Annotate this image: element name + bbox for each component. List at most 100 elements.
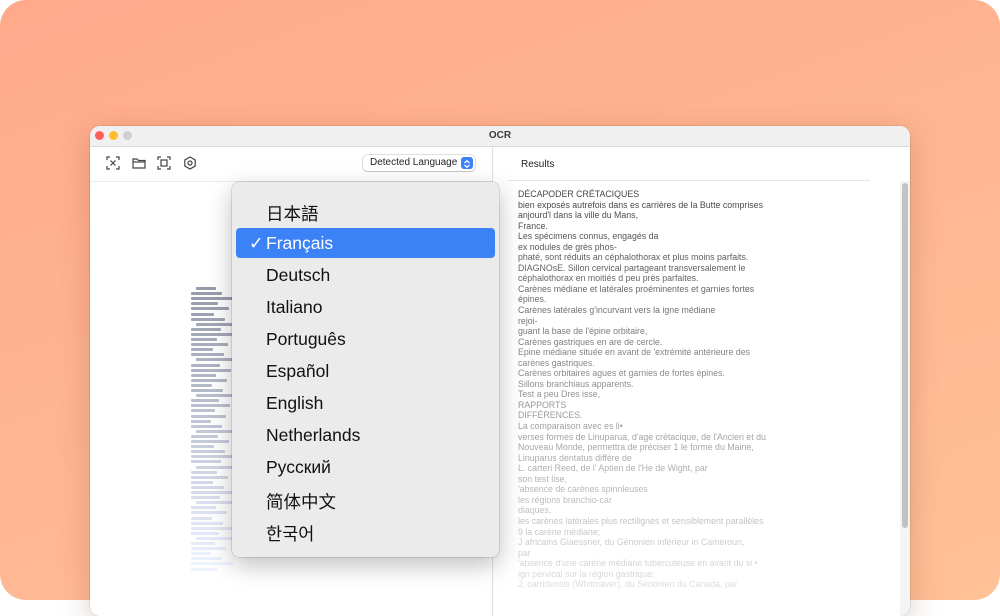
result-line: Carènes gastriques en are de cercle. xyxy=(518,336,663,347)
result-line: Test a peu Dres isse, xyxy=(518,389,601,400)
preview-text-line xyxy=(191,383,212,387)
preview-text-line xyxy=(191,455,236,459)
result-line: diaques, xyxy=(518,505,552,516)
language-option[interactable]: Deutsch xyxy=(236,260,495,290)
result-line: par xyxy=(518,547,531,558)
preview-text-line xyxy=(191,475,228,479)
result-line: DIFFÉRENCES. xyxy=(518,410,583,421)
preview-text-line xyxy=(196,287,216,290)
language-option[interactable]: 日本語 xyxy=(236,196,495,226)
result-line: anjourd'l dans la ville du Mans, xyxy=(518,210,639,221)
language-option[interactable]: Italiano xyxy=(236,292,495,322)
preview-text-line xyxy=(191,445,214,449)
language-option[interactable]: English xyxy=(236,388,495,418)
preview-text-line xyxy=(191,480,213,484)
result-line: les régions branchio-car xyxy=(518,494,612,505)
language-option[interactable]: 한국어 xyxy=(236,516,495,546)
language-option[interactable]: Português xyxy=(236,324,495,354)
preview-text-line xyxy=(191,531,219,535)
result-line: France. xyxy=(518,220,548,231)
scan-region-icon[interactable] xyxy=(106,156,122,172)
results-separator xyxy=(508,180,870,181)
preview-text-line xyxy=(196,429,236,433)
language-option-label: Italiano xyxy=(266,297,323,317)
result-line: rejoi- xyxy=(518,315,538,326)
document-image-preview xyxy=(190,287,236,577)
preview-text-line xyxy=(191,378,227,382)
result-line: Linuparus dentatus diffère de xyxy=(518,452,632,463)
result-line: DÉCAPODER CRÉTACIQUES xyxy=(518,189,640,199)
preview-text-line xyxy=(191,547,226,551)
result-line: ign pervical sur la région gastrique; xyxy=(518,568,655,579)
preview-text-line xyxy=(191,302,218,306)
language-option[interactable]: Netherlands xyxy=(236,420,495,450)
result-line: carènes gastriques. xyxy=(518,357,595,368)
capture-screen-icon[interactable] xyxy=(157,156,173,172)
scrollbar-thumb[interactable] xyxy=(902,183,908,528)
results-text-area[interactable]: DÉCAPODER CRÉTACIQUES bien exposés autref… xyxy=(518,189,888,616)
chevron-updown-icon xyxy=(461,157,473,169)
result-line: épines. xyxy=(518,294,547,305)
preview-text-line xyxy=(191,506,216,510)
result-line: guant la base de l'épine orbitaire, xyxy=(518,326,648,337)
language-select[interactable]: Detected Language xyxy=(363,155,475,171)
result-line: RAPPORTS xyxy=(518,399,567,410)
language-option-label: Español xyxy=(266,361,330,381)
preview-text-line xyxy=(191,552,211,556)
preview-text-line xyxy=(191,526,234,530)
preview-text-line xyxy=(191,470,217,474)
language-option[interactable]: ✓ Français xyxy=(236,228,495,258)
preview-text-line xyxy=(191,317,225,321)
preview-text-line xyxy=(191,424,222,428)
results-scrollbar[interactable] xyxy=(900,181,910,616)
result-line: Les spécimens connus, engagés da xyxy=(518,231,659,242)
preview-text-line xyxy=(191,409,215,413)
result-line: J africains Glaessner, du Génonien infér… xyxy=(518,537,745,548)
settings-gear-icon[interactable] xyxy=(183,156,199,172)
language-option-label: 简体中文 xyxy=(266,492,336,512)
language-option-label: English xyxy=(266,393,324,413)
preview-text-line xyxy=(191,343,228,347)
toolbar: Detected Language xyxy=(90,147,492,182)
preview-text-line xyxy=(196,358,236,362)
result-line: Epine médiane située en avant de 'extrém… xyxy=(518,347,751,358)
language-option-label: Netherlands xyxy=(266,425,361,445)
result-line: Carènes latérales g'incurvant vers la ig… xyxy=(518,305,716,316)
preview-text-line xyxy=(191,353,224,357)
preview-text-line xyxy=(191,348,213,352)
preview-text-line xyxy=(191,368,231,372)
preview-text-line xyxy=(191,434,218,438)
language-option[interactable]: 简体中文 xyxy=(236,484,495,514)
preview-text-line xyxy=(191,338,217,341)
preview-text-line xyxy=(191,496,220,500)
language-option-label: Русский xyxy=(266,457,331,477)
preview-text-line xyxy=(196,536,235,540)
language-option-label: Français xyxy=(266,233,334,253)
preview-text-line xyxy=(191,440,229,443)
language-option-label: Deutsch xyxy=(266,265,331,285)
preview-text-line xyxy=(196,394,236,398)
language-menu: 日本語 ✓ Français Deutsch Italiano Português Espa… xyxy=(232,182,499,557)
results-heading: Results xyxy=(521,159,555,170)
checkmark-icon: ✓ xyxy=(249,233,264,253)
preview-text-line xyxy=(191,373,216,377)
result-line: Nouveau Monde, permettra de préciser 1 l… xyxy=(518,442,754,453)
open-folder-icon[interactable] xyxy=(132,156,148,172)
preview-text-line xyxy=(191,389,223,392)
preview-text-line xyxy=(191,567,218,571)
preview-text-line xyxy=(196,501,236,505)
result-line: 'absence d'une carène médiane tuberculeu… xyxy=(518,558,758,569)
result-line: J. carridensis (Whitmaver), du Sénonien … xyxy=(518,579,738,590)
ocr-window: OCR Detected Language Results DÉCAPODER … xyxy=(90,126,910,616)
preview-text-line xyxy=(191,414,226,418)
result-line: bien exposés autrefois dans es carrières… xyxy=(518,199,763,210)
window-title: OCR xyxy=(488,130,512,141)
preview-text-line xyxy=(191,557,222,561)
language-option[interactable]: Español xyxy=(236,356,495,386)
preview-text-line xyxy=(191,307,229,311)
language-option[interactable]: Русский xyxy=(236,452,495,482)
preview-text-line xyxy=(191,292,222,296)
result-line: céphalothorax en moitiés d peu près parf… xyxy=(518,273,699,284)
preview-text-line xyxy=(191,297,233,301)
preview-text-line xyxy=(191,399,219,403)
